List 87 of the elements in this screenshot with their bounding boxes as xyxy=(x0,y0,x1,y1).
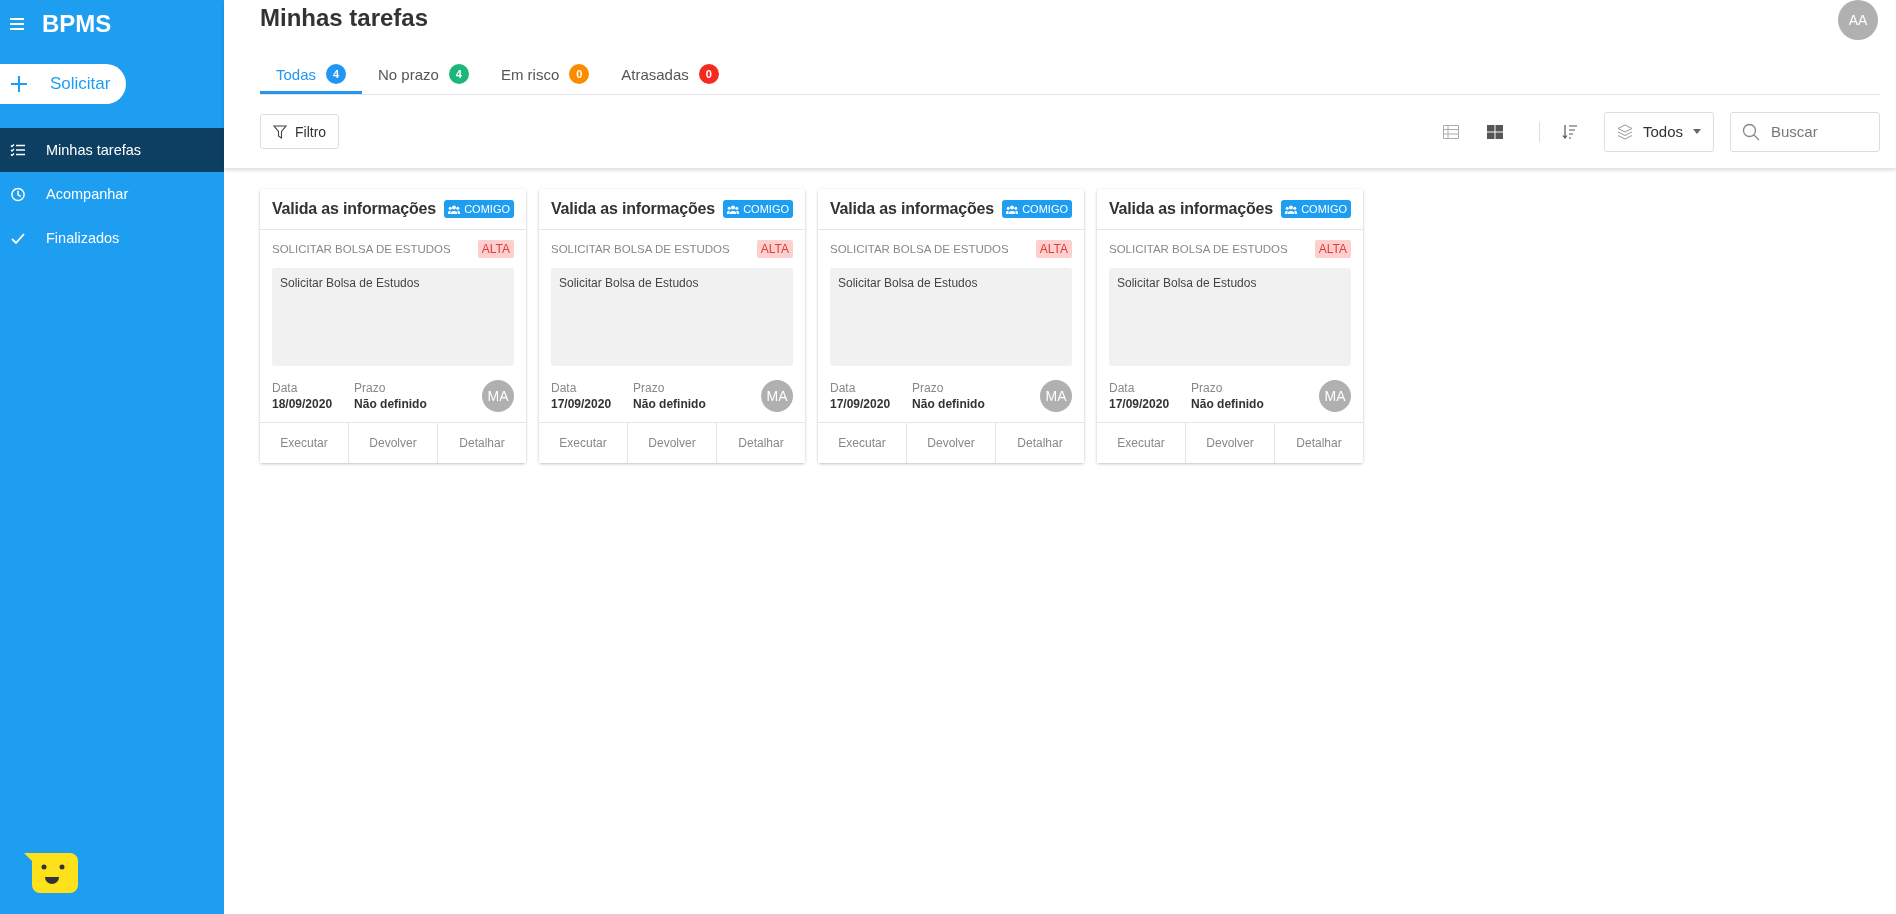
card-title: Valida as informações xyxy=(830,200,994,218)
assignment-tag: COMIGO xyxy=(723,200,793,218)
count-badge: 0 xyxy=(698,64,719,85)
page-title: Minhas tarefas xyxy=(260,4,429,32)
check-icon xyxy=(10,232,26,244)
date-label: Data xyxy=(272,381,299,395)
tab[interactable]: No prazo 4 xyxy=(362,54,485,95)
card-action-button[interactable]: Detalhar xyxy=(1275,423,1363,463)
assignee-avatar: MA xyxy=(761,380,793,412)
people-icon xyxy=(727,204,740,214)
card-action-button[interactable]: Detalhar xyxy=(717,423,805,463)
clock-icon xyxy=(10,186,26,202)
process-name: SOLICITAR BOLSA DE ESTUDOS xyxy=(551,243,730,255)
user-avatar[interactable]: AA xyxy=(1838,0,1878,40)
sidebar-item[interactable]: Acompanhar xyxy=(0,172,224,216)
priority-badge: ALTA xyxy=(756,240,793,258)
date-value: 17/09/2020 xyxy=(551,397,612,411)
count-badge: 4 xyxy=(326,64,347,85)
chatbot-icon[interactable] xyxy=(24,853,78,893)
count-badge: 0 xyxy=(569,64,590,85)
people-icon xyxy=(448,204,461,214)
checklist-icon xyxy=(10,144,26,156)
assignment-tag: COMIGO xyxy=(444,200,514,218)
sidebar-item[interactable]: Finalizados xyxy=(0,216,224,260)
date-value: 17/09/2020 xyxy=(1109,397,1170,411)
card-title: Valida as informações xyxy=(1109,200,1273,218)
description-box: Solicitar Bolsa de Estudos xyxy=(551,268,793,366)
plus-icon xyxy=(10,75,28,93)
card-action-button[interactable]: Executar xyxy=(260,423,349,463)
deadline-value: Não definido xyxy=(633,397,706,411)
deadline-value: Não definido xyxy=(912,397,985,411)
tab[interactable]: Atrasadas 0 xyxy=(605,54,735,95)
people-icon xyxy=(1285,204,1298,214)
process-name: SOLICITAR BOLSA DE ESTUDOS xyxy=(1109,243,1288,255)
count-badge: 4 xyxy=(448,64,469,85)
card-action-button[interactable]: Devolver xyxy=(628,423,717,463)
sort-icon[interactable] xyxy=(1561,123,1578,140)
caret-icon xyxy=(1693,129,1701,135)
menu-icon[interactable] xyxy=(10,18,24,30)
table-view-icon[interactable] xyxy=(1442,124,1459,139)
card-action-button[interactable]: Detalhar xyxy=(438,423,526,463)
date-label: Data xyxy=(830,381,857,395)
description-box: Solicitar Bolsa de Estudos xyxy=(1109,268,1351,366)
date-value: 17/09/2020 xyxy=(830,397,891,411)
deadline-label: Prazo xyxy=(633,381,666,395)
search-field[interactable]: Buscar xyxy=(1730,111,1880,152)
app-name: BPMS xyxy=(42,10,112,38)
filter-icon xyxy=(273,124,287,139)
card-action-button[interactable]: Devolver xyxy=(1186,423,1275,463)
assignment-tag: COMIGO xyxy=(1002,200,1072,218)
card-action-button[interactable]: Executar xyxy=(539,423,628,463)
search-icon xyxy=(1742,122,1760,141)
assignee-avatar: MA xyxy=(1319,380,1351,412)
card-title: Valida as informações xyxy=(551,200,715,218)
process-name: SOLICITAR BOLSA DE ESTUDOS xyxy=(830,243,1009,255)
deadline-value: Não definido xyxy=(1191,397,1264,411)
card-action-button[interactable]: Detalhar xyxy=(996,423,1084,463)
layers-icon xyxy=(1616,123,1633,140)
assignee-avatar: MA xyxy=(1040,380,1072,412)
people-icon xyxy=(1006,204,1019,214)
description-box: Solicitar Bolsa de Estudos xyxy=(830,268,1072,366)
new-request-button[interactable]: Solicitar xyxy=(0,64,126,104)
priority-badge: ALTA xyxy=(1314,240,1351,258)
deadline-value: Não definido xyxy=(354,397,427,411)
card-action-button[interactable]: Devolver xyxy=(349,423,438,463)
date-label: Data xyxy=(1109,381,1136,395)
card-action-button[interactable]: Executar xyxy=(1097,423,1186,463)
description-box: Solicitar Bolsa de Estudos xyxy=(272,268,514,366)
card-action-button[interactable]: Devolver xyxy=(907,423,996,463)
date-label: Data xyxy=(551,381,578,395)
tab[interactable]: Em risco 0 xyxy=(484,54,606,95)
deadline-label: Prazo xyxy=(354,381,387,395)
sidebar-item[interactable]: Minhas tarefas xyxy=(0,128,224,172)
filter-button[interactable]: Filtro xyxy=(260,114,340,150)
priority-badge: ALTA xyxy=(477,240,514,258)
deadline-label: Prazo xyxy=(912,381,945,395)
priority-badge: ALTA xyxy=(1035,240,1072,258)
assignee-avatar: MA xyxy=(482,380,514,412)
card-title: Valida as informações xyxy=(272,200,436,218)
process-name: SOLICITAR BOLSA DE ESTUDOS xyxy=(272,243,451,255)
date-value: 18/09/2020 xyxy=(272,397,333,411)
assignment-tag: COMIGO xyxy=(1281,200,1351,218)
card-action-button[interactable]: Executar xyxy=(818,423,907,463)
scope-dropdown[interactable]: Todos xyxy=(1603,111,1714,152)
deadline-label: Prazo xyxy=(1191,381,1224,395)
tab[interactable]: Todas 4 xyxy=(260,54,363,95)
grid-view-icon[interactable] xyxy=(1486,124,1503,139)
